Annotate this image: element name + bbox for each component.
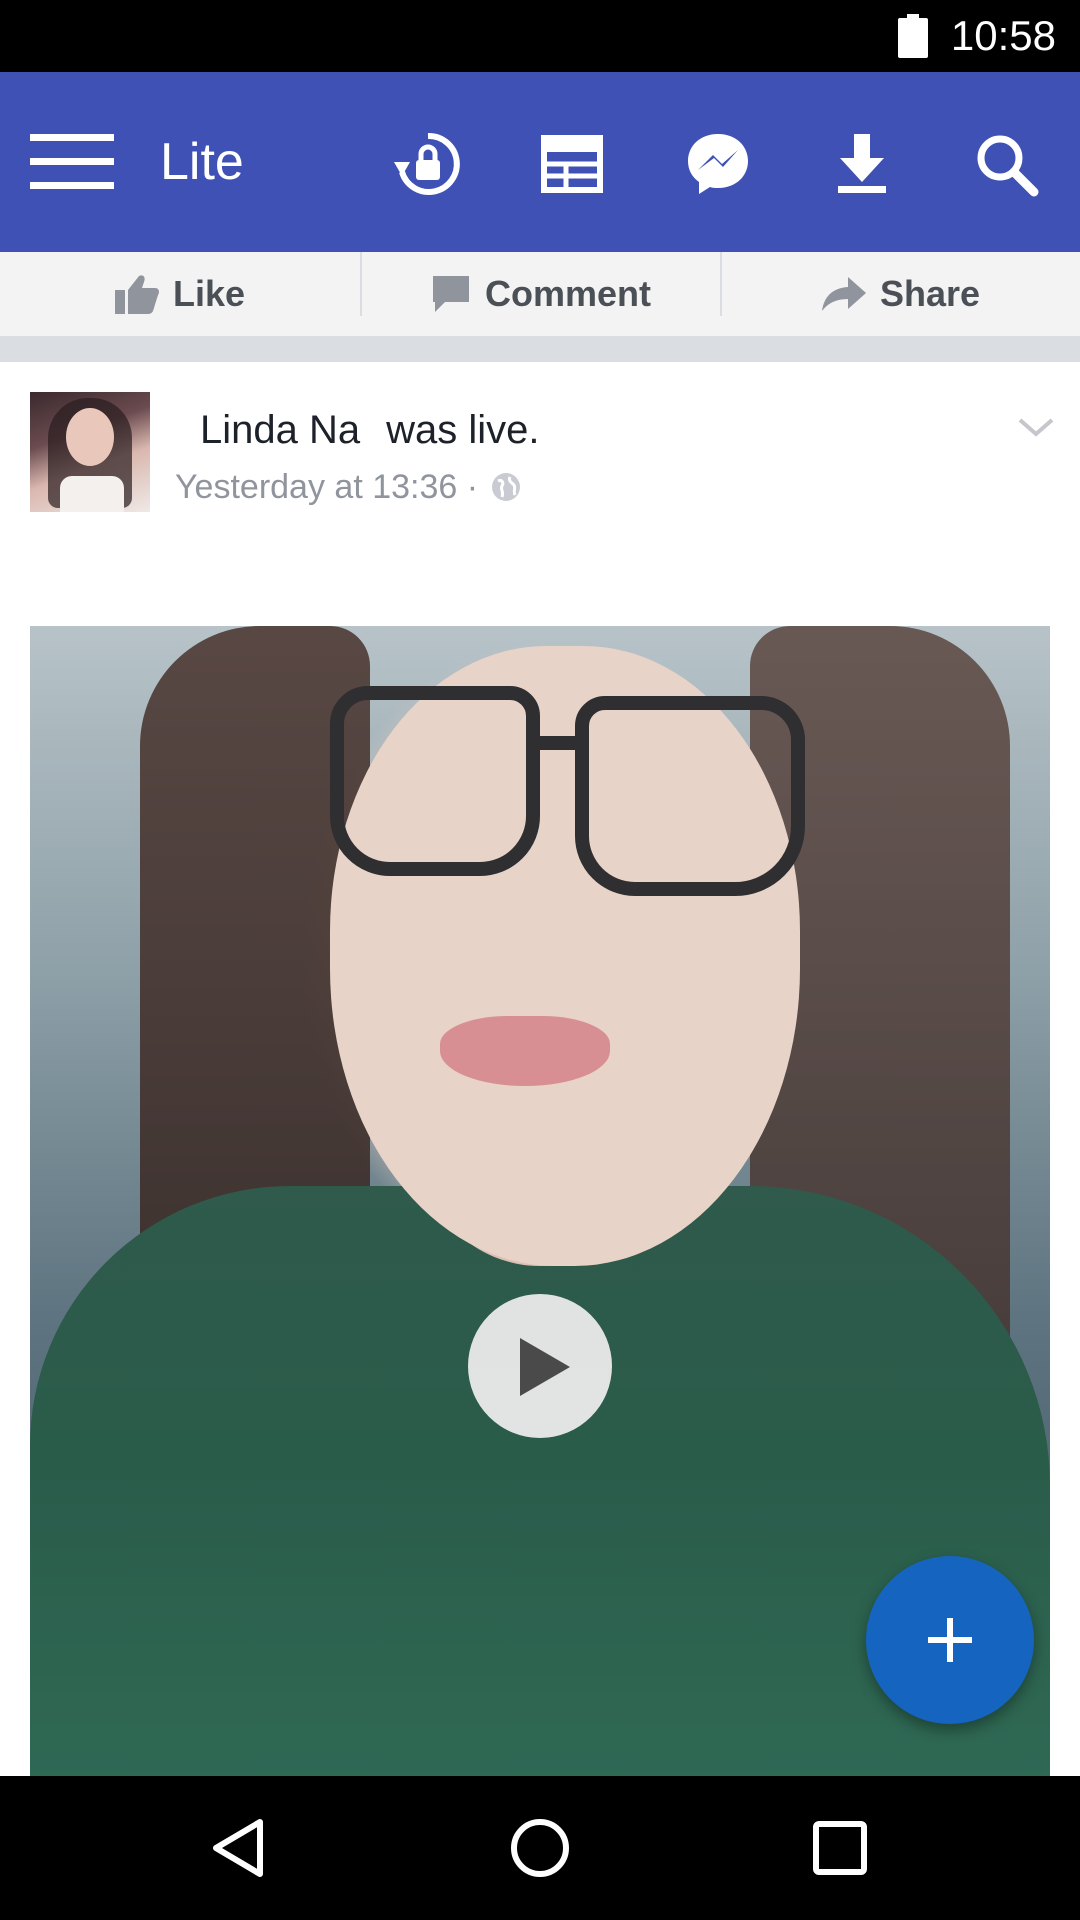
comment-label: Comment — [484, 273, 651, 314]
share-label: Share — [879, 273, 981, 314]
recents-icon[interactable] — [804, 1812, 876, 1884]
app-title: Lite — [160, 133, 244, 191]
share-button[interactable]: Share — [722, 252, 1080, 336]
home-icon[interactable] — [504, 1812, 576, 1884]
compose-fab[interactable] — [866, 1556, 1034, 1724]
comment-button[interactable]: Comment — [362, 252, 720, 336]
feed-separator — [0, 336, 1080, 362]
screen: 10:58 Lite Like Comment Share Linda Na w… — [0, 0, 1080, 1920]
system-nav-bar — [0, 1776, 1080, 1920]
search-icon[interactable] — [970, 128, 1042, 200]
play-icon — [520, 1338, 570, 1396]
app-bar: Lite — [0, 72, 1080, 252]
play-button[interactable] — [468, 1294, 612, 1438]
thumbs-up-icon — [114, 275, 159, 314]
download-icon[interactable] — [826, 128, 898, 200]
post-actions-bar: Like Comment Share — [0, 252, 1080, 336]
avatar[interactable] — [30, 392, 150, 512]
plus-icon — [928, 1618, 972, 1662]
menu-icon[interactable] — [30, 134, 114, 190]
chevron-down-icon[interactable] — [1016, 412, 1056, 442]
globe-icon — [492, 473, 521, 501]
news-feed-icon[interactable] — [536, 128, 608, 200]
post-action-text: was live. — [386, 408, 540, 452]
messenger-icon[interactable] — [682, 128, 754, 200]
privacy-lock-icon[interactable] — [392, 128, 464, 200]
comment-icon — [432, 276, 469, 312]
post-meta: Yesterday at 13:36 · — [175, 462, 522, 512]
like-button[interactable]: Like — [0, 252, 360, 336]
clock: 10:58 — [950, 12, 1056, 59]
post-timestamp[interactable]: Yesterday at 13:36 · — [175, 462, 478, 512]
share-arrow-icon — [821, 277, 866, 311]
battery-full-icon — [898, 14, 928, 58]
back-icon[interactable] — [204, 1812, 276, 1884]
author-name[interactable]: Linda Na — [200, 408, 360, 452]
status-bar: 10:58 — [0, 0, 1080, 72]
post-header: Linda Na was live. — [200, 402, 540, 458]
like-label: Like — [172, 273, 246, 314]
